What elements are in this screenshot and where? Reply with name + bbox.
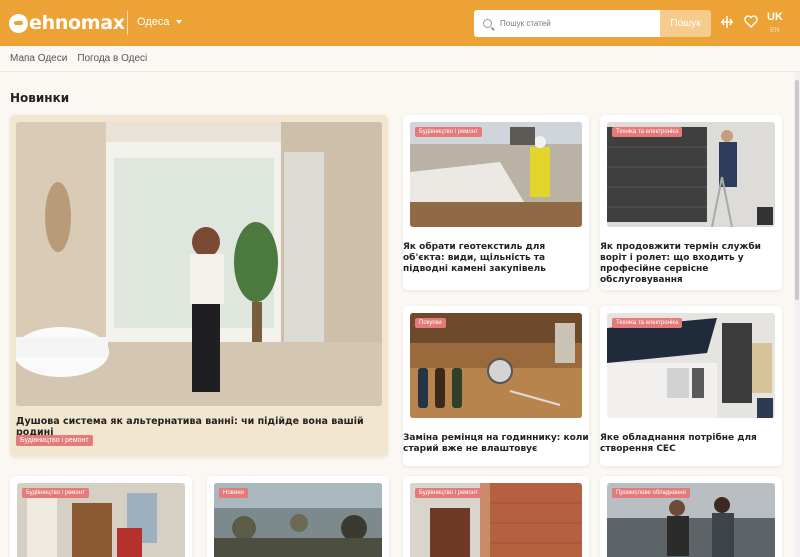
article-card[interactable]: Техніка та електроніка Як продовжити тер… (600, 115, 782, 290)
article-card[interactable]: Промислове обладнання (600, 476, 782, 557)
heart-icon[interactable] (743, 15, 759, 31)
category-tag[interactable]: Будівництво і ремонт (22, 488, 89, 498)
article-image (410, 122, 582, 227)
article-image (410, 313, 582, 418)
article-card[interactable]: Новини (207, 476, 389, 557)
category-tag[interactable]: Покупки (415, 318, 446, 328)
card-title[interactable]: Заміна ремінця на годиннику: коли старий… (403, 433, 589, 455)
site-header: ehnomax Одеса Пошук UK EN (0, 0, 800, 46)
featured-image (16, 122, 382, 406)
header-separator (127, 11, 128, 35)
category-tag[interactable]: Будівництво і ремонт (415, 488, 482, 498)
category-tag[interactable]: Техніка та електроніка (612, 127, 683, 137)
breadcrumb-link[interactable]: Мапа Одеси (10, 53, 67, 64)
compare-icon[interactable] (719, 15, 735, 31)
article-card[interactable]: Покупки Заміна ремінця на годиннику: кол… (403, 306, 589, 466)
divider (0, 71, 800, 72)
breadcrumb-link[interactable]: Погода в Одесі (77, 53, 147, 64)
category-tag[interactable]: Промислове обладнання (612, 488, 690, 498)
article-card[interactable]: Будівництво і ремонт Як обрати геотексти… (403, 115, 589, 290)
scrollbar-thumb[interactable] (795, 80, 799, 300)
article-card[interactable]: Техніка та електроніка Яке обладнання по… (600, 306, 782, 466)
category-tag[interactable]: Техніка та електроніка (612, 318, 683, 328)
card-title[interactable]: Як обрати геотекстиль для об'єкта: види,… (403, 242, 589, 275)
city-selector[interactable]: Одеса (137, 16, 183, 28)
category-badge[interactable]: Будівництво і ремонт (16, 435, 93, 446)
chevron-down-icon (176, 20, 183, 24)
search-icon (483, 19, 492, 28)
search-box (474, 10, 660, 37)
language-switch[interactable]: UK (767, 11, 783, 23)
featured-card[interactable]: Душова система як альтернатива ванні: чи… (10, 115, 388, 457)
search-button[interactable]: Пошук (660, 10, 711, 37)
logo-mark-icon (9, 13, 28, 33)
article-image (607, 313, 775, 418)
article-card[interactable]: Будівництво і ремонт (10, 476, 192, 557)
card-title[interactable]: Як продовжити термін служби воріт і роле… (600, 242, 782, 286)
logo[interactable]: ehnomax (9, 10, 125, 36)
section-title: Новинки (10, 91, 70, 105)
card-title[interactable]: Яке обладнання потрібне для створення СЕ… (600, 433, 782, 455)
article-card[interactable]: Будівництво і ремонт (403, 476, 589, 557)
logo-text: ehnomax (29, 12, 125, 34)
category-tag[interactable]: Новини (219, 488, 248, 498)
breadcrumb: Мапа Одеси Погода в Одесі (10, 53, 147, 64)
city-label: Одеса (137, 16, 170, 28)
category-tag[interactable]: Будівництво і ремонт (415, 127, 482, 137)
search-input[interactable] (500, 19, 650, 28)
article-image (607, 122, 775, 227)
language-alt[interactable]: EN (770, 27, 780, 34)
